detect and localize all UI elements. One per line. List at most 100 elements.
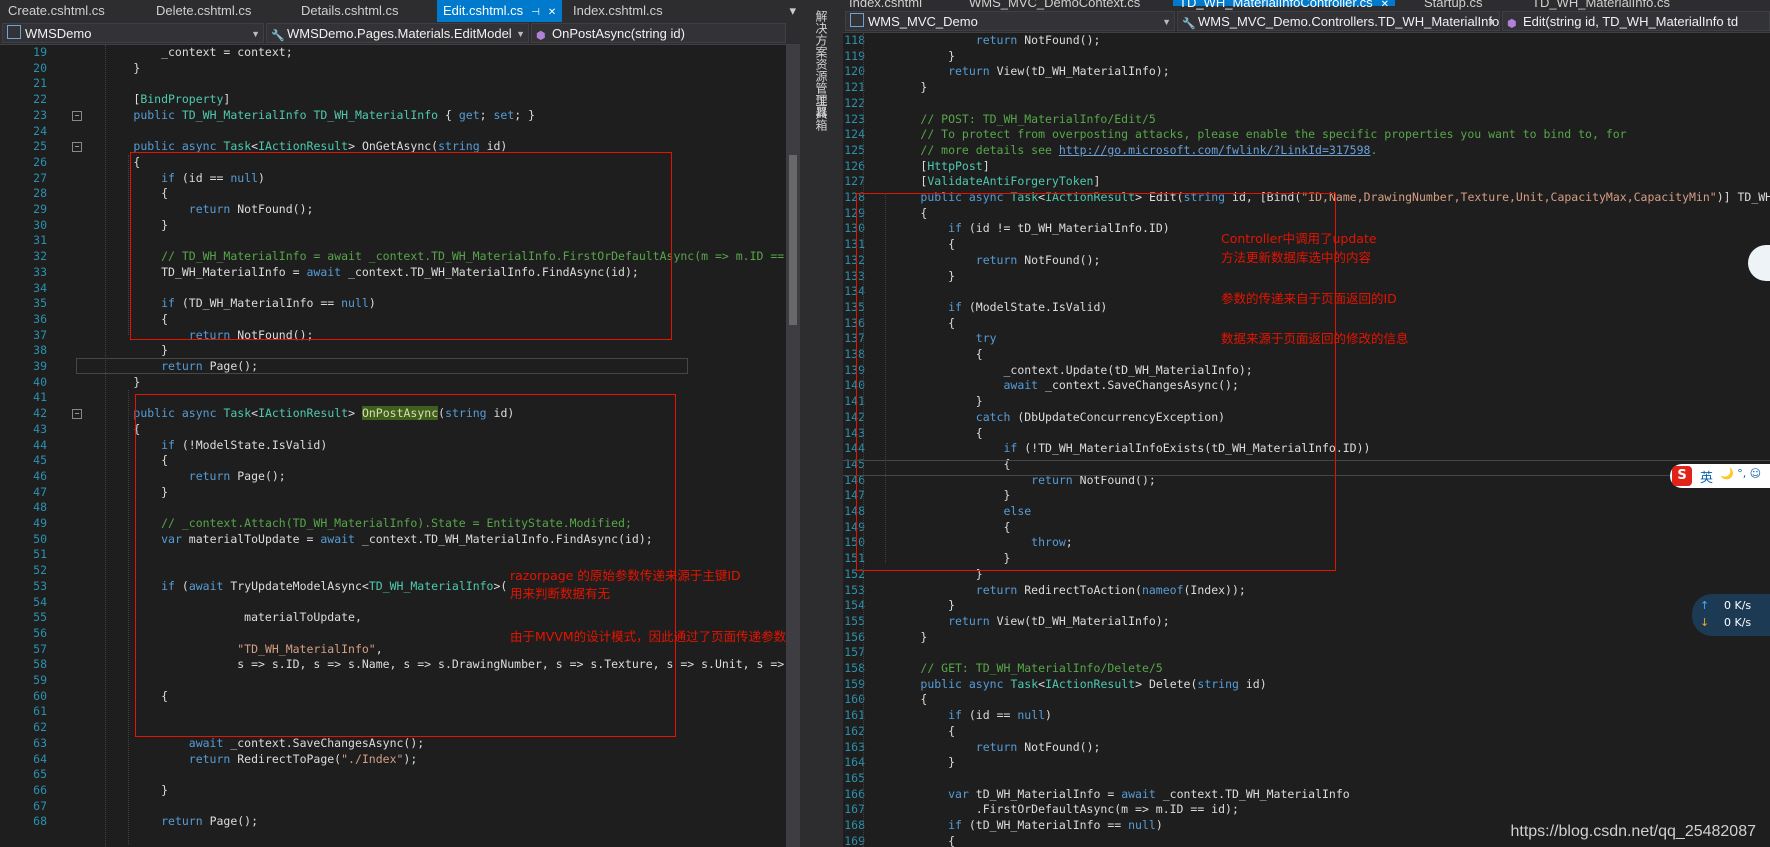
line-number: 54 [33, 594, 47, 609]
line-number: 31 [33, 233, 47, 248]
annotation-note: 参数的传递来自于页面返回的ID [1221, 291, 1397, 306]
line-number: 167 [844, 802, 865, 817]
tab-label: Create.cshtml.cs [8, 3, 105, 18]
code-text: return View(tD_WH_MaterialInfo); [948, 64, 1170, 79]
code-line[interactable]: 157 [843, 645, 1770, 661]
code-text: public async Task<IActionResult> Delete(… [920, 676, 1267, 691]
tab-label: Startup.cs [1424, 0, 1483, 10]
close-icon[interactable]: ✕ [548, 7, 556, 18]
code-line[interactable]: 163 return NotFound(); [843, 740, 1770, 756]
code-line[interactable]: 123 // POST: TD_WH_MaterialInfo/Edit/5− [843, 112, 1770, 128]
code-line[interactable]: 120 return View(tD_WH_MaterialInfo); [843, 64, 1770, 80]
code-line[interactable]: 63 await _context.SaveChangesAsync(); [0, 736, 786, 752]
code-line[interactable]: 67 [0, 799, 786, 815]
line-number: 41 [33, 390, 47, 405]
ime-language[interactable]: 英 [1700, 467, 1713, 486]
class-dropdown[interactable]: 🔧 WMSDemo.Pages.Materials.EditModel ▼ [266, 23, 529, 43]
code-line[interactable]: 38 } [0, 343, 786, 359]
ime-mode-icons[interactable]: 🌙 °, ☺ [1720, 467, 1761, 480]
line-number: 49 [33, 516, 47, 530]
code-line[interactable]: 165 [843, 771, 1770, 787]
code-line[interactable]: 164 } [843, 755, 1770, 771]
left-editor-pane: Create.cshtml.cs Delete.cshtml.cs Detail… [0, 0, 800, 847]
code-line[interactable]: 160 { [843, 692, 1770, 708]
code-line[interactable]: 154 } [843, 598, 1770, 614]
class-dropdown[interactable]: 🔧 WMS_MVC_Demo.Controllers.TD_WH_Material… [1177, 11, 1500, 31]
code-line[interactable]: 156 } [843, 630, 1770, 646]
watermark: https://blog.csdn.net/qq_25482087 [1510, 823, 1756, 840]
project-dropdown[interactable]: WMSDemo ▼ [2, 23, 264, 43]
code-line[interactable]: 22 [BindProperty] [0, 92, 786, 108]
code-line[interactable]: 118 return NotFound(); [843, 33, 1770, 49]
toolbox-tab[interactable]: 工具箱 [813, 95, 830, 131]
code-line[interactable]: 23 public TD_WH_MaterialInfo TD_WH_Mater… [0, 108, 786, 124]
code-line[interactable]: 126 [HttpPost] [843, 159, 1770, 175]
line-number: 158 [844, 661, 865, 675]
code-line[interactable]: 166 var tD_WH_MaterialInfo = await _cont… [843, 787, 1770, 803]
code-line[interactable]: 159 public async Task<IActionResult> Del… [843, 677, 1770, 693]
code-line[interactable]: 158 // GET: TD_WH_MaterialInfo/Delete/5− [843, 661, 1770, 677]
ime-toolbar[interactable]: S 英 🌙 °, ☺ [1670, 464, 1770, 488]
code-line[interactable]: 125 // more details see http://go.micros… [843, 143, 1770, 159]
tab-delete-cshtml-cs[interactable]: Delete.cshtml.cs [150, 0, 257, 22]
member-dropdown[interactable]: ⬢ Edit(string id, TD_WH_MaterialInfo td [1502, 11, 1770, 31]
line-number: 165 [844, 770, 865, 785]
code-line[interactable]: 162 { [843, 724, 1770, 740]
code-text: } [865, 755, 956, 770]
code-text: return View(tD_WH_MaterialInfo); [948, 613, 1170, 628]
line-number: 164 [844, 755, 865, 770]
close-icon[interactable]: ✕ [1381, 0, 1389, 10]
code-line[interactable]: 155 return View(tD_WH_MaterialInfo); [843, 614, 1770, 630]
tab-index-cshtml-cs[interactable]: Index.cshtml.cs [567, 0, 669, 22]
line-number: 155 [844, 613, 865, 628]
code-line[interactable]: 65 [0, 767, 786, 783]
code-line[interactable]: 20 } [0, 61, 786, 77]
code-line[interactable]: 66 } [0, 783, 786, 799]
line-number: 153 [844, 582, 865, 597]
tab-details-cshtml-cs[interactable]: Details.cshtml.cs [295, 0, 405, 22]
left-vertical-scrollbar[interactable] [786, 45, 800, 847]
pin-icon[interactable]: ⊣ [531, 7, 540, 18]
code-line[interactable]: 21 [0, 76, 786, 92]
line-number: 40 [33, 374, 47, 389]
code-text: { [865, 833, 956, 847]
code-line[interactable]: 127 [ValidateAntiForgeryToken] [843, 174, 1770, 190]
line-number: 154 [844, 598, 865, 613]
scrollbar-thumb[interactable] [789, 155, 797, 325]
code-line[interactable]: 68 return Page(); [0, 814, 786, 830]
indent-guide [128, 155, 129, 335]
tab-create-cshtml-cs[interactable]: Create.cshtml.cs [2, 0, 111, 22]
right-code-editor[interactable]: 118 return NotFound(); 119 } 120 return Vi… [843, 33, 1770, 847]
code-line[interactable]: 124 // To protect from overposting attac… [843, 127, 1770, 143]
fold-toggle-icon[interactable]: − [72, 110, 82, 121]
code-line[interactable]: 40 } [0, 375, 786, 391]
code-line[interactable]: 19 _context = context; [0, 45, 786, 61]
project-dropdown[interactable]: WMS_MVC_Demo ▼ [845, 11, 1175, 31]
code-line[interactable]: 64 return RedirectToPage("./Index"); [0, 752, 786, 768]
left-code-editor[interactable]: 19 _context = context; 20 } 21 22 [BindProp… [0, 45, 800, 847]
fold-toggle-icon[interactable]: − [72, 409, 82, 420]
tab-overflow-icon[interactable]: ▾ [789, 0, 796, 22]
code-line[interactable]: 153 return RedirectToAction(nameof(Index… [843, 583, 1770, 599]
code-line[interactable]: 119 } [843, 49, 1770, 65]
code-line[interactable]: 121 } [843, 80, 1770, 96]
line-number: 58 [33, 657, 47, 672]
code-line[interactable]: 122 [843, 96, 1770, 112]
line-number: 34 [33, 280, 47, 295]
code-line[interactable]: 161 if (id == null) [843, 708, 1770, 724]
line-number: 63 [33, 735, 47, 750]
code-line[interactable]: 24 [0, 124, 786, 140]
code-text: } [865, 80, 928, 95]
line-number: 47 [33, 484, 47, 499]
tab-edit-cshtml-cs[interactable]: Edit.cshtml.cs ⊣ ✕ [437, 0, 562, 22]
code-text: { [78, 421, 141, 436]
tab-controller-cs[interactable]: TD_WH_MaterialInfoController.cs ✕ [1173, 0, 1396, 10]
code-line[interactable]: 167 .FirstOrDefaultAsync(m => m.ID == id… [843, 802, 1770, 818]
line-number: 45 [33, 453, 47, 468]
line-number: 44 [33, 437, 47, 452]
line-number: 61 [33, 704, 47, 719]
member-dropdown[interactable]: ⬢ OnPostAsync(string id) [531, 23, 786, 43]
member-name: Edit(string id, TD_WH_MaterialInfo td [1523, 14, 1739, 29]
current-line-highlight [76, 358, 688, 374]
fold-toggle-icon[interactable]: − [72, 142, 82, 153]
